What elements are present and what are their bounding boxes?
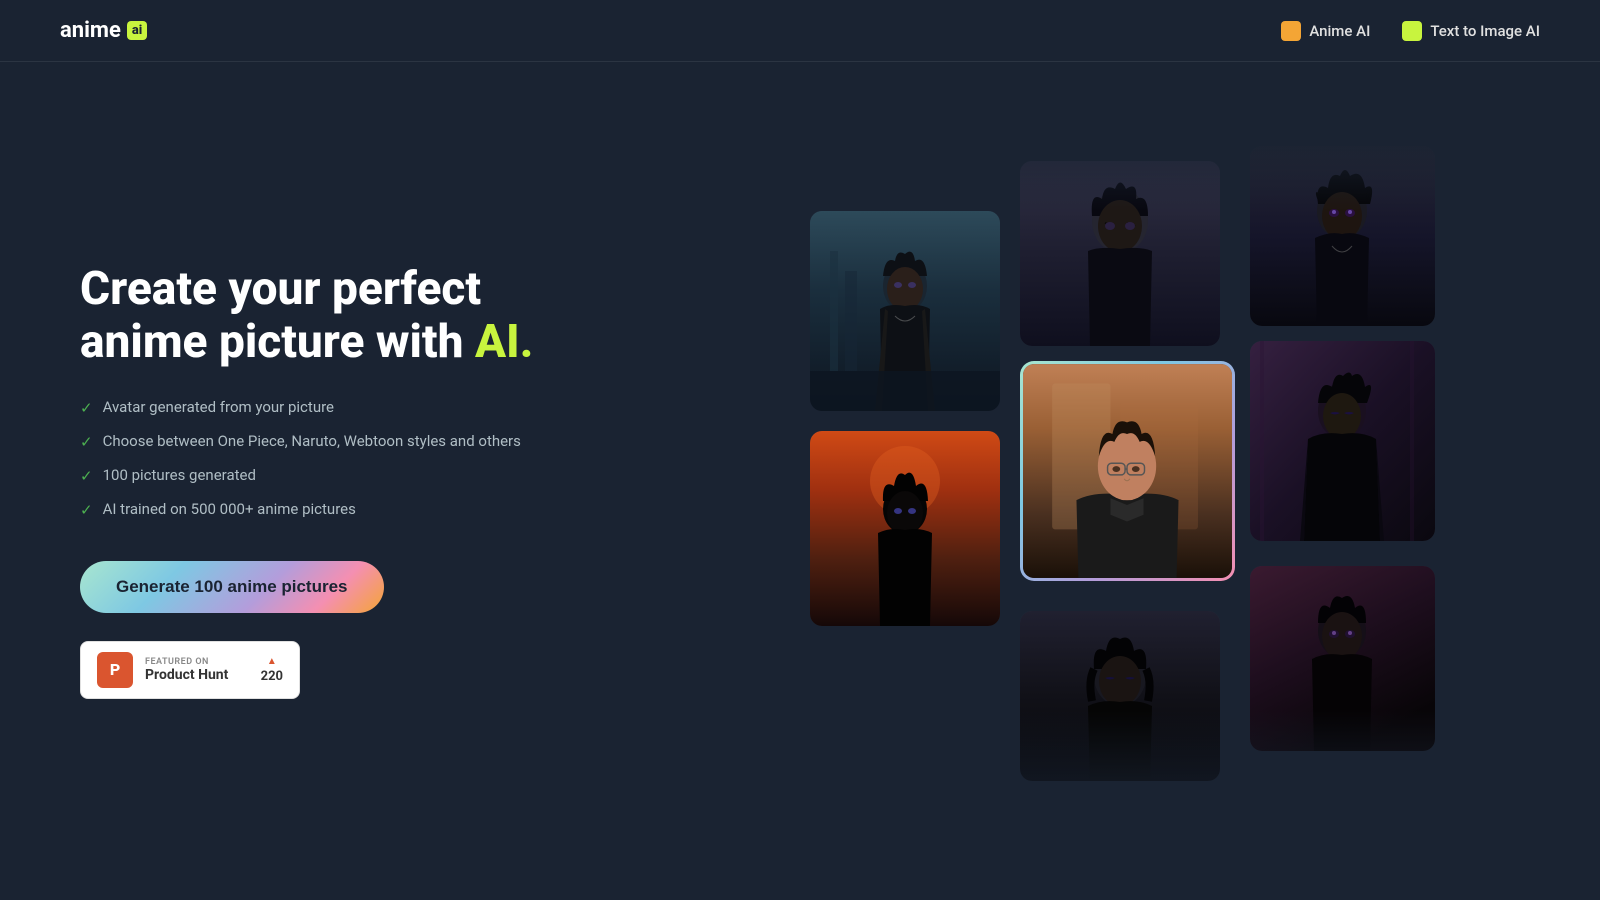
anime-card-2 (1020, 161, 1220, 346)
navigation: Anime AI Text to Image AI (1281, 21, 1540, 41)
anime-card-1 (810, 211, 1000, 411)
ph-upvote-icon: ▲ (267, 656, 277, 667)
check-icon: ✓ (80, 432, 93, 453)
text-to-image-icon (1402, 21, 1422, 41)
product-hunt-badge[interactable]: P FEATURED ON Product Hunt ▲ 220 (80, 641, 300, 699)
header: animeai Anime AI Text to Image AI (0, 0, 1600, 62)
hero-section: Create your perfect anime picture with A… (0, 62, 1600, 900)
generate-button[interactable]: Generate 100 anime pictures (80, 561, 384, 613)
anime-card-8 (1250, 566, 1435, 751)
anime-ai-label: Anime AI (1309, 22, 1370, 40)
nav-anime-ai[interactable]: Anime AI (1281, 21, 1370, 41)
hero-image-section (600, 62, 1540, 900)
anime-card-7 (1020, 611, 1220, 781)
fade-right (1490, 131, 1570, 831)
logo-text: anime (60, 18, 121, 43)
check-icon: ✓ (80, 466, 93, 487)
product-hunt-logo: P (97, 652, 133, 688)
feature-item: ✓ Avatar generated from your picture (80, 397, 600, 419)
anime-ai-icon (1281, 21, 1301, 41)
hero-content: Create your perfect anime picture with A… (80, 263, 600, 699)
feature-item: ✓ 100 pictures generated (80, 465, 600, 487)
anime-image-grid (810, 131, 1570, 831)
anime-card-6 (810, 431, 1000, 626)
ph-name: Product Hunt (145, 667, 228, 683)
hero-title: Create your perfect anime picture with A… (80, 263, 600, 369)
hero-title-ai: AI. (475, 315, 533, 369)
ph-votes: ▲ 220 (261, 656, 283, 684)
anime-card-3-featured (1020, 361, 1235, 581)
check-icon: ✓ (80, 500, 93, 521)
ph-featured-label: FEATURED ON (145, 657, 228, 667)
feature-list: ✓ Avatar generated from your picture ✓ C… (80, 397, 600, 521)
anime-card-5 (1250, 341, 1435, 541)
logo-ai-badge: ai (127, 21, 147, 40)
check-icon: ✓ (80, 398, 93, 419)
feature-item: ✓ AI trained on 500 000+ anime pictures (80, 499, 600, 521)
anime-card-4 (1250, 146, 1435, 326)
ph-votes-count: 220 (261, 669, 283, 684)
logo[interactable]: animeai (60, 18, 147, 43)
nav-text-to-image[interactable]: Text to Image AI (1402, 21, 1540, 41)
product-hunt-text: FEATURED ON Product Hunt (145, 657, 228, 683)
feature-item: ✓ Choose between One Piece, Naruto, Webt… (80, 431, 600, 453)
text-to-image-label: Text to Image AI (1430, 22, 1540, 40)
